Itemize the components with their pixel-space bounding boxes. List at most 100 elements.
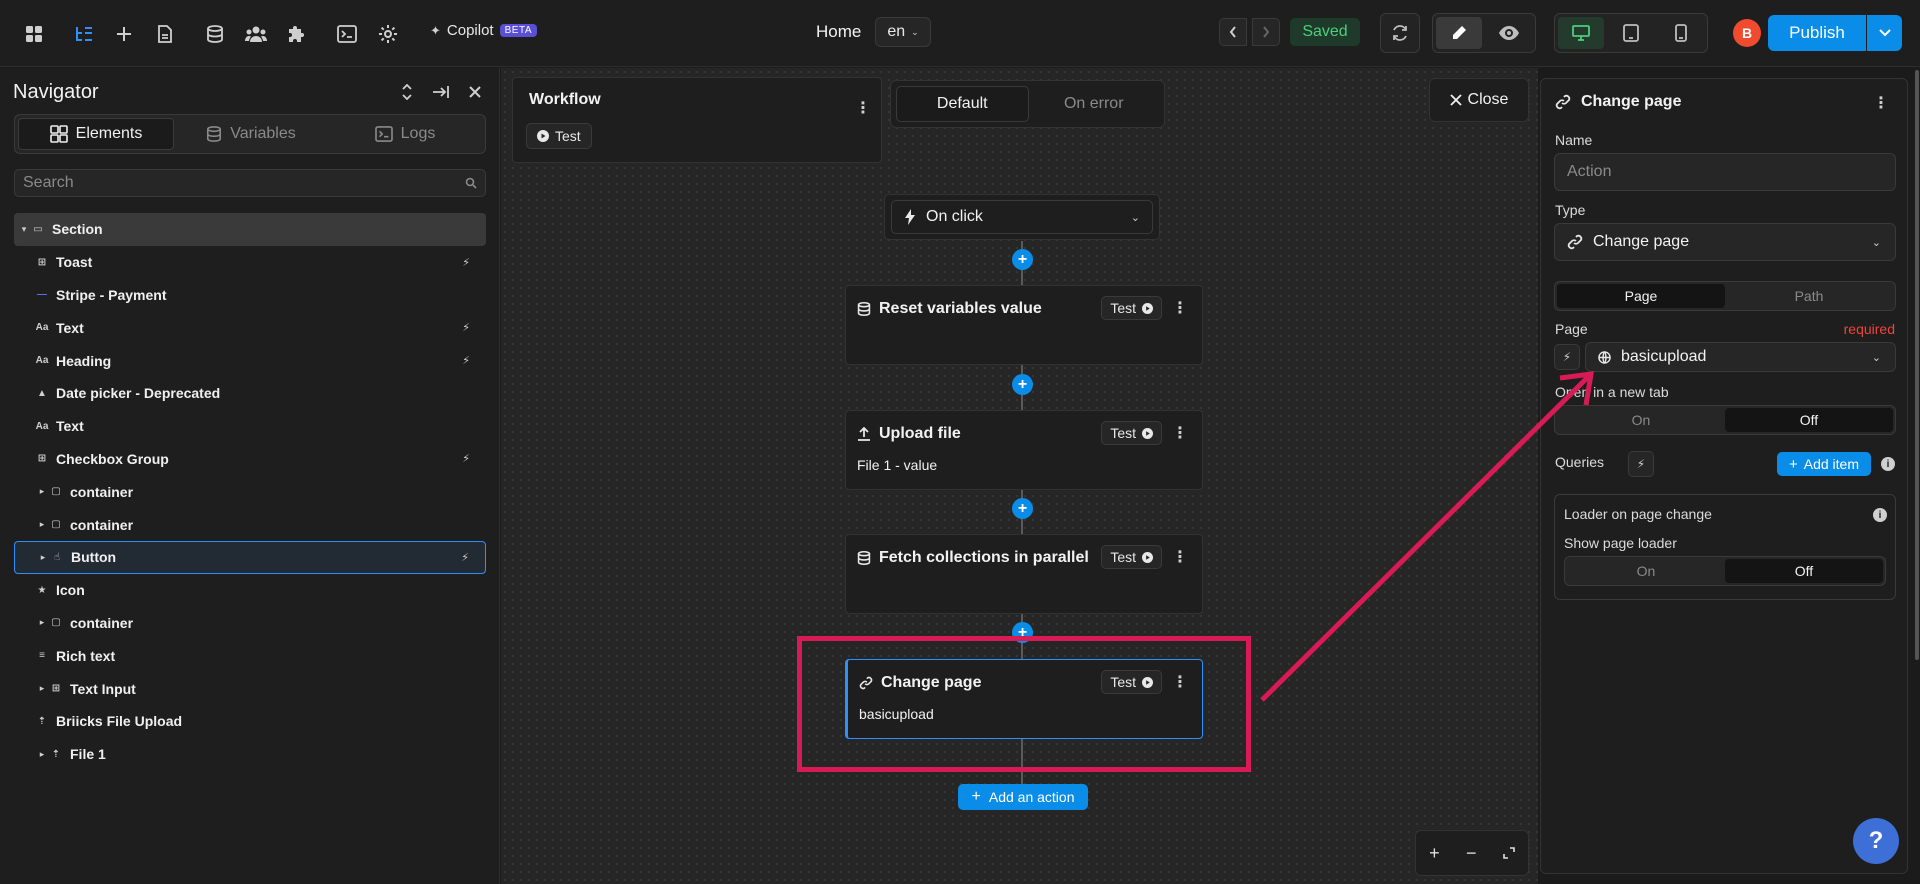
plus-icon[interactable] xyxy=(110,20,138,48)
workflow-canvas[interactable]: Workflow Test ⋮ Default On error Close O… xyxy=(501,68,1538,884)
tablet-view-button[interactable] xyxy=(1608,17,1654,49)
caret-right-icon[interactable]: ▸ xyxy=(36,617,48,628)
chevron-down-icon: ⌄ xyxy=(1871,351,1881,364)
language-select[interactable]: en ⌄ xyxy=(875,17,931,47)
kebab-menu-icon[interactable]: ⋮ xyxy=(1172,298,1188,318)
caret-right-icon[interactable]: ▸ xyxy=(36,519,48,530)
page-icon[interactable] xyxy=(151,20,179,48)
copilot-button[interactable]: ✦ Copilot BETA xyxy=(430,22,537,39)
action-type-select[interactable]: Change page ⌄ xyxy=(1554,223,1896,261)
info-icon[interactable]: i xyxy=(1881,457,1895,471)
help-button[interactable]: ? xyxy=(1853,818,1899,864)
tree-item[interactable]: Aa Heading ⚡ xyxy=(14,344,486,377)
tree-item[interactable]: ▸ ⇡ File 1 xyxy=(14,738,486,771)
kebab-menu-icon[interactable]: ⋮ xyxy=(1172,423,1188,443)
tab-default[interactable]: Default xyxy=(896,86,1029,122)
tab-variables[interactable]: Variables xyxy=(174,118,328,150)
tab-on-error[interactable]: On error xyxy=(1029,86,1160,122)
user-avatar[interactable]: B xyxy=(1733,19,1761,47)
caret-right-icon[interactable]: ▸ xyxy=(36,749,48,760)
zoom-out-icon[interactable]: − xyxy=(1466,843,1477,864)
terminal-icon[interactable] xyxy=(333,20,361,48)
new-tab-off[interactable]: Off xyxy=(1725,408,1893,432)
undo-button[interactable] xyxy=(1219,18,1247,46)
page-select[interactable]: basicupload ⌄ xyxy=(1585,342,1896,372)
tree-item[interactable]: ⇡ Briicks File Upload xyxy=(14,705,486,738)
desktop-view-button[interactable] xyxy=(1558,17,1604,49)
workflow-test-button[interactable]: Test xyxy=(526,123,592,149)
caret-right-icon[interactable]: ▸ xyxy=(36,486,48,497)
close-icon[interactable] xyxy=(463,80,487,104)
tree-item[interactable]: ★ Icon xyxy=(14,574,486,607)
tree-item[interactable]: ▸ ⊞ Text Input xyxy=(14,672,486,705)
mobile-view-button[interactable] xyxy=(1658,17,1704,49)
insert-action-button[interactable]: + xyxy=(1012,249,1033,270)
database-icon[interactable] xyxy=(201,20,229,48)
zoom-in-icon[interactable]: + xyxy=(1429,843,1440,864)
action-card[interactable]: Reset variables value Test ⋮ xyxy=(845,285,1203,365)
publish-options-button[interactable] xyxy=(1867,15,1902,51)
tab-page[interactable]: Page xyxy=(1557,284,1725,308)
tree-item[interactable]: ▾ ▭ Section xyxy=(14,213,486,246)
tree-item[interactable]: ▲ Date picker - Deprecated xyxy=(14,377,486,410)
action-name-input[interactable]: Action xyxy=(1554,153,1896,191)
puzzle-icon[interactable] xyxy=(283,20,311,48)
caret-down-icon[interactable]: ▾ xyxy=(18,224,30,235)
dock-right-icon[interactable] xyxy=(429,80,453,104)
kebab-menu-icon[interactable]: ⋮ xyxy=(855,98,871,118)
new-tab-on[interactable]: On xyxy=(1557,408,1725,432)
tree-item-label: Toast xyxy=(56,254,93,271)
redo-button[interactable] xyxy=(1252,18,1280,46)
beta-badge: BETA xyxy=(499,24,537,37)
show-loader-off[interactable]: Off xyxy=(1725,559,1883,583)
insert-action-button[interactable]: + xyxy=(1012,374,1033,395)
tree-item[interactable]: — Stripe - Payment xyxy=(14,279,486,312)
action-card[interactable]: Fetch collections in parallel Test ⋮ xyxy=(845,534,1203,614)
test-action-button[interactable]: Test xyxy=(1101,421,1162,445)
add-query-item-button[interactable]: + Add item xyxy=(1777,452,1871,476)
navigator-title: Navigator xyxy=(13,81,99,103)
tab-logs[interactable]: Logs xyxy=(328,118,482,150)
insert-action-button[interactable]: + xyxy=(1012,498,1033,519)
publish-button[interactable]: Publish xyxy=(1768,15,1866,51)
tree-structure-icon[interactable] xyxy=(70,20,98,48)
add-action-button[interactable]: + Add an action xyxy=(958,784,1088,810)
gear-icon[interactable] xyxy=(374,20,402,48)
trigger-select[interactable]: On click ⌄ xyxy=(891,200,1153,234)
test-action-button[interactable]: Test xyxy=(1101,296,1162,320)
tree-item[interactable]: ≡ Rich text xyxy=(14,639,486,672)
sync-button[interactable] xyxy=(1380,13,1420,53)
tree-item[interactable]: Aa Text xyxy=(14,410,486,443)
collapse-expand-icon[interactable] xyxy=(395,80,419,104)
test-action-button[interactable]: Test xyxy=(1101,545,1162,569)
action-card[interactable]: Upload file Test ⋮ File 1 - value xyxy=(845,410,1203,490)
bind-formula-button[interactable]: ⚡ xyxy=(1554,344,1580,370)
lightning-icon xyxy=(904,209,916,225)
tree-item[interactable]: ▸ ▢ container xyxy=(14,508,486,541)
caret-right-icon[interactable]: ▸ xyxy=(37,552,49,563)
preview-mode-button[interactable] xyxy=(1486,17,1532,49)
tree-item[interactable]: Aa Text ⚡ xyxy=(14,311,486,344)
caret-right-icon[interactable]: ▸ xyxy=(36,683,48,694)
show-loader-on[interactable]: On xyxy=(1567,559,1725,583)
tree-item[interactable]: ▸ ▢ container xyxy=(14,475,486,508)
tab-elements[interactable]: Elements xyxy=(18,118,174,150)
edit-mode-button[interactable] xyxy=(1436,17,1482,49)
kebab-menu-icon[interactable]: ⋮ xyxy=(1873,93,1889,113)
tree-item[interactable]: ⊞ Checkbox Group ⚡ xyxy=(14,443,486,476)
panel-scrollbar[interactable] xyxy=(1915,70,1919,660)
users-icon[interactable] xyxy=(242,20,270,48)
tree-item[interactable]: ▸ ☝ Button ⚡ xyxy=(14,540,486,574)
chevron-right-icon xyxy=(1262,26,1270,38)
close-workflow-button[interactable]: Close xyxy=(1429,78,1529,122)
fit-screen-icon[interactable] xyxy=(1503,847,1515,859)
search-input[interactable]: Search xyxy=(14,169,486,197)
info-icon[interactable]: i xyxy=(1873,508,1887,522)
tab-path[interactable]: Path xyxy=(1725,284,1893,308)
kebab-menu-icon[interactable]: ⋮ xyxy=(1172,547,1188,567)
tree-item-label: Heading xyxy=(56,352,112,369)
tree-item[interactable]: ▸ ▢ container xyxy=(14,607,486,640)
apps-grid-icon[interactable] xyxy=(20,20,48,48)
queries-bind-button[interactable]: ⚡ xyxy=(1628,451,1654,477)
tree-item[interactable]: ⊞ Toast ⚡ xyxy=(14,246,486,279)
